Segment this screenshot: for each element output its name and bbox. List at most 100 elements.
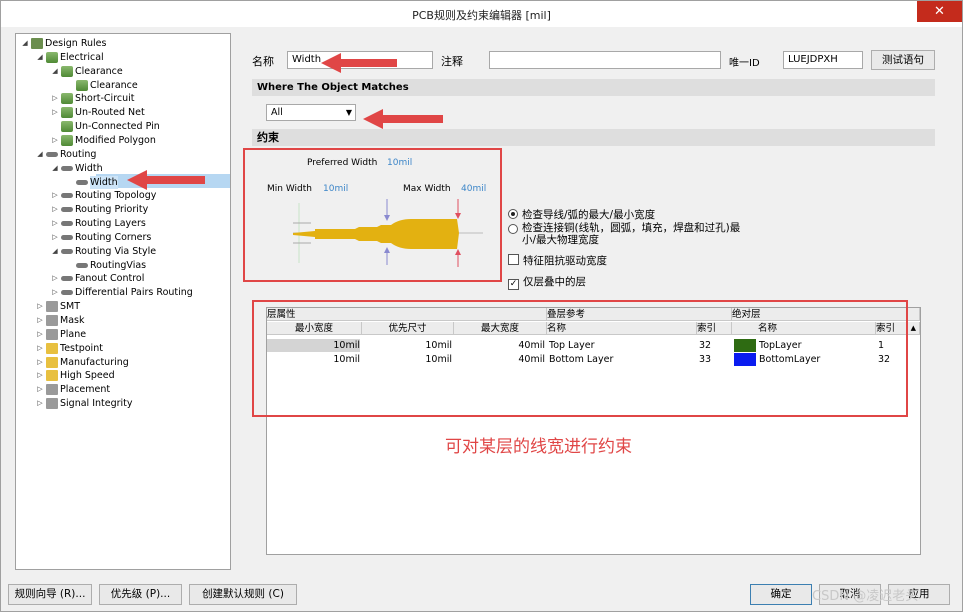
collapsed-arrow-icon[interactable]: ▷ bbox=[50, 217, 60, 230]
folder-rule-icon bbox=[31, 38, 43, 49]
tree-item-routingvias[interactable]: RoutingVias bbox=[65, 259, 146, 272]
max-width-value[interactable]: 40mil bbox=[461, 184, 486, 194]
radio-selected-icon bbox=[508, 209, 518, 219]
tree-item-width[interactable]: ◢ Width bbox=[50, 162, 103, 175]
tree-item-routing-priority[interactable]: ▷ Routing Priority bbox=[50, 203, 148, 216]
max-width-label: Max Width bbox=[403, 184, 451, 194]
tree-item-smt[interactable]: ▷ SMT bbox=[35, 300, 80, 313]
collapsed-arrow-icon[interactable]: ▷ bbox=[35, 314, 45, 327]
stack-layers-only-checkbox[interactable]: ✓ 仅层叠中的层 bbox=[508, 274, 586, 290]
tree-item-high-speed[interactable]: ▷ High Speed bbox=[35, 369, 115, 382]
rule-rule-icon bbox=[61, 93, 73, 105]
collapsed-arrow-icon[interactable]: ▷ bbox=[50, 231, 60, 244]
chevron-down-icon: ▼ bbox=[345, 108, 352, 117]
tree-item-un-routed-net[interactable]: ▷ Un-Routed Net bbox=[50, 106, 145, 119]
collapsed-arrow-icon[interactable]: ▷ bbox=[50, 189, 60, 202]
tree-item-label: Un-Routed Net bbox=[75, 107, 145, 119]
comment-input[interactable] bbox=[489, 51, 721, 69]
tree-item-label: Width bbox=[75, 162, 103, 174]
tree-item-label: High Speed bbox=[60, 370, 115, 382]
tree-item-routing-corners[interactable]: ▷ Routing Corners bbox=[50, 231, 151, 244]
tree-item-modified-polygon[interactable]: ▷ Modified Polygon bbox=[50, 134, 156, 147]
close-button[interactable]: ✕ bbox=[917, 1, 962, 22]
stack-layers-only-label: 仅层叠中的层 bbox=[523, 276, 586, 288]
collapsed-arrow-icon[interactable]: ▷ bbox=[35, 342, 45, 355]
test-query-button[interactable]: 测试语句 bbox=[871, 50, 935, 70]
tree-item-label: Manufacturing bbox=[60, 356, 129, 368]
collapsed-arrow-icon[interactable]: ▷ bbox=[50, 203, 60, 216]
preferred-width-value[interactable]: 10mil bbox=[387, 158, 412, 168]
tree-item-label: Routing Priority bbox=[75, 204, 149, 216]
check-copper-width-radio[interactable]: 检查连接铜(线轨，圆弧，填充，焊盘和过孔)最 小/最大物理宽度 bbox=[508, 222, 740, 246]
tree-item-routing[interactable]: ◢ Routing bbox=[35, 148, 96, 161]
tree-item-label: Width bbox=[90, 175, 118, 189]
tree-item-differential-pairs-routing[interactable]: ▷ Differential Pairs Routing bbox=[50, 286, 193, 299]
collapsed-arrow-icon[interactable]: ▷ bbox=[35, 397, 45, 410]
comment-label: 注释 bbox=[441, 55, 463, 68]
title-bar: PCB规则及约束编辑器 [mil] ✕ bbox=[1, 1, 962, 27]
rule-wizard-button[interactable]: 规则向导 (R)... bbox=[8, 584, 92, 605]
check-track-width-radio[interactable]: 检查导线/弧的最大/最小宽度 bbox=[508, 207, 655, 222]
impedance-driven-label: 特征阻抗驱动宽度 bbox=[523, 255, 607, 267]
tree-item-label: Clearance bbox=[90, 79, 138, 91]
tree-item-clearance[interactable]: Clearance bbox=[65, 79, 138, 92]
collapsed-arrow-icon[interactable]: ▷ bbox=[50, 272, 60, 285]
tree-item-un-connected-pin[interactable]: Un-Connected Pin bbox=[50, 120, 160, 133]
tree-item-label: Placement bbox=[60, 384, 111, 396]
expanded-arrow-icon[interactable]: ◢ bbox=[50, 245, 60, 258]
collapsed-arrow-icon[interactable]: ▷ bbox=[35, 328, 45, 341]
tree-item-width[interactable]: Width bbox=[65, 175, 118, 189]
ok-button[interactable]: 确定 bbox=[750, 584, 812, 605]
tree-item-electrical[interactable]: ◢ Electrical bbox=[35, 51, 104, 64]
tree-item-short-circuit[interactable]: ▷ Short-Circuit bbox=[50, 92, 135, 105]
collapsed-arrow-icon[interactable]: ▷ bbox=[50, 134, 60, 147]
collapsed-arrow-icon[interactable]: ▷ bbox=[35, 369, 45, 382]
tree-item-design-rules[interactable]: ◢ Design Rules bbox=[20, 37, 106, 50]
expanded-arrow-icon[interactable]: ◢ bbox=[50, 162, 60, 175]
rule-rule-icon bbox=[61, 134, 73, 146]
min-width-label: Min Width bbox=[267, 184, 312, 194]
tree-item-placement[interactable]: ▷ Placement bbox=[35, 383, 110, 396]
collapsed-arrow-icon[interactable]: ▷ bbox=[50, 106, 60, 119]
uid-input[interactable]: LUEJDPXH bbox=[783, 51, 863, 69]
tree-item-clearance[interactable]: ◢ Clearance bbox=[50, 65, 123, 78]
check-track-width-label: 检查导线/弧的最大/最小宽度 bbox=[522, 209, 656, 221]
tree-item-routing-layers[interactable]: ▷ Routing Layers bbox=[50, 217, 146, 230]
tree-item-testpoint[interactable]: ▷ Testpoint bbox=[35, 342, 103, 355]
tree-item-signal-integrity[interactable]: ▷ Signal Integrity bbox=[35, 397, 133, 410]
collapsed-arrow-icon[interactable]: ▷ bbox=[35, 383, 45, 396]
grey-rule-icon bbox=[46, 384, 58, 396]
expanded-arrow-icon[interactable]: ◢ bbox=[35, 148, 45, 161]
rule-rule-icon bbox=[61, 65, 73, 77]
priority-button[interactable]: 优先级 (P)... bbox=[99, 584, 182, 605]
expanded-arrow-icon[interactable]: ◢ bbox=[20, 37, 30, 50]
tree-item-label: Routing Layers bbox=[75, 218, 146, 230]
match-select[interactable]: All ▼ bbox=[266, 104, 356, 121]
route-rule-icon bbox=[61, 207, 73, 213]
tree-item-label: Routing Via Style bbox=[75, 245, 157, 257]
tree-item-manufacturing[interactable]: ▷ Manufacturing bbox=[35, 356, 129, 369]
create-default-rules-button[interactable]: 创建默认规则 (C) bbox=[189, 584, 297, 605]
min-width-value[interactable]: 10mil bbox=[323, 184, 348, 194]
tree-item-routing-via-style[interactable]: ◢ Routing Via Style bbox=[50, 245, 156, 258]
impedance-driven-checkbox[interactable]: 特征阻抗驱动宽度 bbox=[508, 253, 607, 268]
route-rule-icon bbox=[61, 234, 73, 240]
watermark: CSDN @凌迟老头 bbox=[812, 589, 919, 604]
tree-item-fanout-control[interactable]: ▷ Fanout Control bbox=[50, 272, 144, 285]
collapsed-arrow-icon[interactable]: ▷ bbox=[50, 286, 60, 299]
tree-item-label: Differential Pairs Routing bbox=[75, 287, 193, 299]
tree-item-label: Testpoint bbox=[60, 342, 103, 354]
expanded-arrow-icon[interactable]: ◢ bbox=[50, 65, 60, 78]
collapsed-arrow-icon[interactable]: ▷ bbox=[35, 300, 45, 313]
window-title: PCB规则及约束编辑器 [mil] bbox=[412, 9, 551, 22]
route-rule-icon bbox=[76, 179, 88, 185]
expanded-arrow-icon[interactable]: ◢ bbox=[35, 51, 45, 64]
collapsed-arrow-icon[interactable]: ▷ bbox=[50, 92, 60, 105]
rule-rule-icon bbox=[46, 51, 58, 63]
tree-item-plane[interactable]: ▷ Plane bbox=[35, 328, 86, 341]
tree-item-mask[interactable]: ▷ Mask bbox=[35, 314, 84, 327]
grey-rule-icon bbox=[46, 315, 58, 326]
tree-item-label: Routing bbox=[60, 148, 97, 160]
collapsed-arrow-icon[interactable]: ▷ bbox=[35, 356, 45, 369]
rules-tree[interactable]: ◢ Design Rules ◢ Electrical ◢ Clearance Cleara… bbox=[15, 33, 231, 570]
